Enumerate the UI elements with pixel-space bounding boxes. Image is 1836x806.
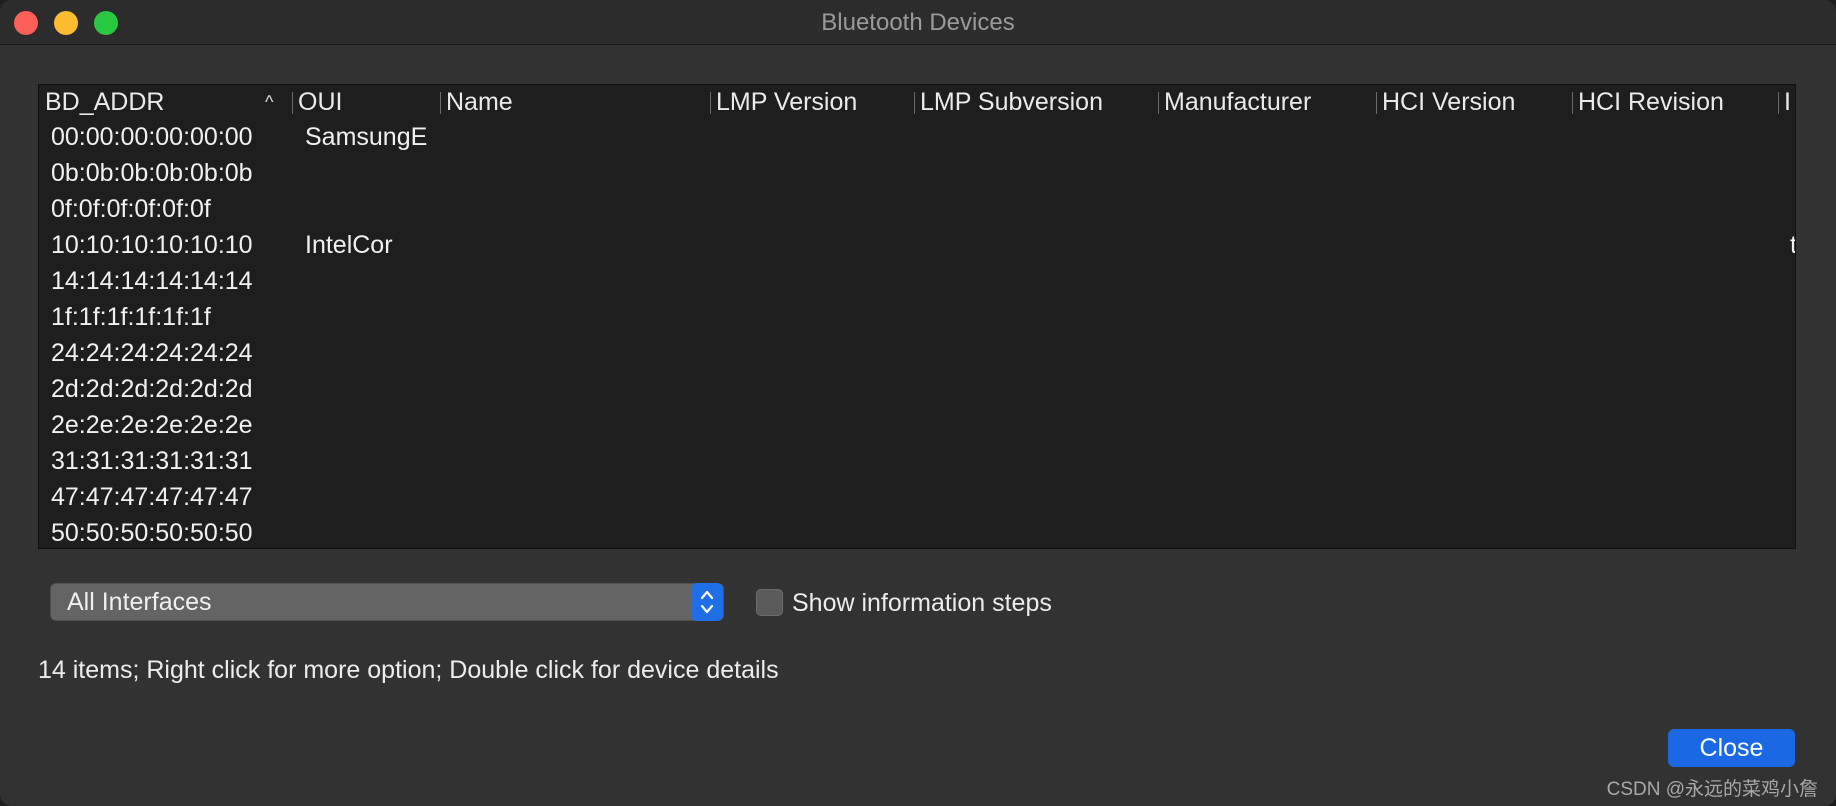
column-header-label: I — [1784, 88, 1791, 116]
cell-extra — [1790, 263, 1795, 299]
cell-bd-addr: 2d:2d:2d:2d:2d:2d — [51, 375, 253, 403]
cell-bd-addr: 0f:0f:0f:0f:0f:0f — [51, 195, 211, 223]
column-header-label: Name — [446, 88, 513, 116]
table-row[interactable]: 47:47:47:47:47:47 — [39, 479, 1795, 515]
table-row[interactable]: 10:10:10:10:10:10 IntelCor t — [39, 227, 1795, 263]
cell-oui — [305, 335, 440, 371]
column-header-label: OUI — [298, 88, 343, 116]
column-divider[interactable] — [710, 92, 711, 114]
column-header-label: Manufacturer — [1164, 88, 1312, 116]
cell-extra — [1790, 515, 1795, 548]
column-header-name[interactable]: Name — [440, 85, 710, 119]
cell-extra — [1790, 407, 1795, 443]
cell-bd-addr: 31:31:31:31:31:31 — [51, 447, 253, 475]
cell-bd-addr: 10:10:10:10:10:10 — [51, 231, 253, 259]
table-row[interactable]: 14:14:14:14:14:14 — [39, 263, 1795, 299]
table-row[interactable]: 50:50:50:50:50:50 — [39, 515, 1795, 548]
column-header-manufacturer[interactable]: Manufacturer — [1158, 85, 1376, 119]
cell-extra — [1790, 155, 1795, 191]
window-title: Bluetooth Devices — [821, 9, 1015, 36]
column-header-label: HCI Version — [1382, 88, 1516, 116]
cell-oui — [305, 191, 440, 227]
column-divider[interactable] — [292, 92, 293, 114]
column-header-extra[interactable]: I — [1778, 85, 1795, 119]
bluetooth-devices-window: Bluetooth Devices BD_ADDR ^ OUI Name LMP… — [0, 0, 1836, 806]
cell-extra: t — [1790, 227, 1795, 263]
cell-oui — [305, 155, 440, 191]
table-row[interactable]: 00:00:00:00:00:00 SamsungE — [39, 119, 1795, 155]
show-information-steps-checkbox[interactable] — [756, 589, 783, 616]
column-header-hci-version[interactable]: HCI Version — [1376, 85, 1572, 119]
cell-extra — [1790, 443, 1795, 479]
cell-extra — [1790, 191, 1795, 227]
cell-oui — [305, 371, 440, 407]
cell-bd-addr: 1f:1f:1f:1f:1f:1f — [51, 303, 211, 331]
cell-bd-addr: 00:00:00:00:00:00 — [51, 123, 253, 151]
table-row[interactable]: 31:31:31:31:31:31 — [39, 443, 1795, 479]
close-button[interactable]: Close — [1668, 729, 1795, 767]
cell-oui — [305, 443, 440, 479]
cell-oui — [305, 407, 440, 443]
column-header-label: HCI Revision — [1578, 88, 1724, 116]
column-header-lmp-version[interactable]: LMP Version — [710, 85, 914, 119]
interface-select-value: All Interfaces — [67, 588, 212, 616]
cell-oui — [305, 299, 440, 335]
column-header-lmp-subversion[interactable]: LMP Subversion — [914, 85, 1158, 119]
column-divider[interactable] — [1376, 92, 1377, 114]
cell-bd-addr: 14:14:14:14:14:14 — [51, 267, 253, 295]
cell-oui — [305, 263, 440, 299]
devices-table[interactable]: BD_ADDR ^ OUI Name LMP Version LMP Subve… — [38, 84, 1796, 549]
cell-extra — [1790, 119, 1795, 155]
column-header-bd-addr[interactable]: BD_ADDR ^ — [39, 85, 292, 119]
table-row[interactable]: 0b:0b:0b:0b:0b:0b — [39, 155, 1795, 191]
table-row[interactable]: 1f:1f:1f:1f:1f:1f — [39, 299, 1795, 335]
cell-oui: SamsungE — [305, 123, 428, 151]
cell-oui — [305, 479, 440, 515]
column-divider[interactable] — [1778, 92, 1779, 114]
table-row[interactable]: 24:24:24:24:24:24 — [39, 335, 1795, 371]
show-information-steps-label[interactable]: Show information steps — [792, 587, 1052, 619]
column-divider[interactable] — [440, 92, 441, 114]
cell-extra — [1790, 479, 1795, 515]
column-header-hci-revision[interactable]: HCI Revision — [1572, 85, 1778, 119]
cell-extra — [1790, 299, 1795, 335]
cell-bd-addr: 47:47:47:47:47:47 — [51, 483, 253, 511]
column-divider[interactable] — [1572, 92, 1573, 114]
cell-oui: IntelCor — [305, 231, 393, 259]
sort-ascending-icon: ^ — [265, 92, 274, 112]
column-header-label: BD_ADDR — [45, 88, 165, 116]
table-row[interactable]: 2d:2d:2d:2d:2d:2d — [39, 371, 1795, 407]
cell-oui — [305, 515, 440, 548]
interface-select[interactable]: All Interfaces — [50, 583, 724, 621]
watermark-text: CSDN @永远的菜鸡小詹 — [1606, 779, 1818, 800]
column-header-label: LMP Version — [716, 88, 858, 116]
table-header: BD_ADDR ^ OUI Name LMP Version LMP Subve… — [39, 85, 1795, 119]
table-row[interactable]: 2e:2e:2e:2e:2e:2e — [39, 407, 1795, 443]
title-bar: Bluetooth Devices — [0, 0, 1836, 45]
cell-bd-addr: 2e:2e:2e:2e:2e:2e — [51, 411, 253, 439]
table-row[interactable]: 0f:0f:0f:0f:0f:0f — [39, 191, 1795, 227]
status-text: 14 items; Right click for more option; D… — [38, 656, 779, 684]
cell-extra — [1790, 335, 1795, 371]
column-header-oui[interactable]: OUI — [292, 85, 440, 119]
chevron-up-down-icon[interactable] — [691, 583, 723, 621]
column-divider[interactable] — [1158, 92, 1159, 114]
column-header-label: LMP Subversion — [920, 88, 1103, 116]
column-divider[interactable] — [914, 92, 915, 114]
cell-bd-addr: 24:24:24:24:24:24 — [51, 339, 253, 367]
cell-bd-addr: 0b:0b:0b:0b:0b:0b — [51, 159, 253, 187]
chevron-up-down-glyph — [700, 590, 714, 614]
cell-bd-addr: 50:50:50:50:50:50 — [51, 519, 253, 547]
cell-extra — [1790, 371, 1795, 407]
